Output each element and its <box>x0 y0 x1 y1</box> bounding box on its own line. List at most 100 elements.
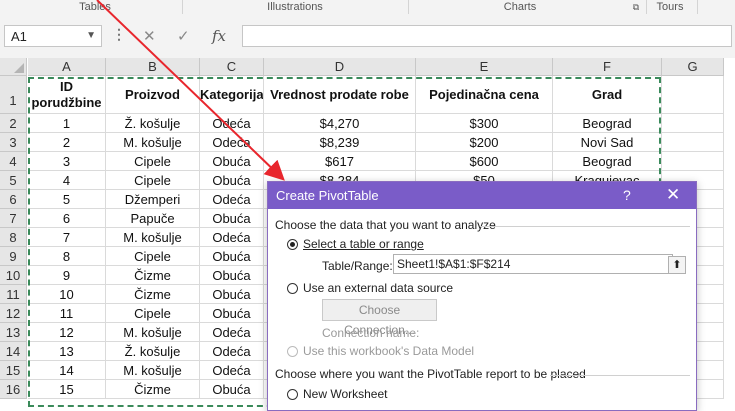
table-cell[interactable]: Beograd <box>553 114 662 133</box>
table-cell[interactable]: Obuća <box>200 152 264 171</box>
header-cell[interactable]: Kategorija <box>200 76 264 114</box>
table-cell[interactable]: $4,270 <box>264 114 416 133</box>
empty-cell[interactable] <box>662 76 724 114</box>
row-header-5[interactable]: 5 <box>0 171 27 190</box>
insert-function-icon[interactable]: fx <box>212 27 226 45</box>
table-cell[interactable]: Odeća <box>200 323 264 342</box>
enter-icon[interactable]: ✓ <box>177 27 190 45</box>
table-cell[interactable]: Čizme <box>106 285 200 304</box>
row-header-13[interactable]: 13 <box>0 323 27 342</box>
table-cell[interactable]: 12 <box>28 323 106 342</box>
table-cell[interactable]: 9 <box>28 266 106 285</box>
row-header-4[interactable]: 4 <box>0 152 27 171</box>
dialog-launcher-icon[interactable]: ⧉ <box>630 0 642 14</box>
select-range-label[interactable]: Select a table or range <box>303 237 424 251</box>
table-cell[interactable]: Cipele <box>106 247 200 266</box>
row-header-9[interactable]: 9 <box>0 247 27 266</box>
header-cell[interactable]: ID porudžbine <box>28 76 106 114</box>
close-icon[interactable]: ✕ <box>666 185 680 205</box>
table-cell[interactable]: $8,239 <box>264 133 416 152</box>
table-cell[interactable]: Obuća <box>200 266 264 285</box>
table-cell[interactable]: 2 <box>28 133 106 152</box>
external-source-label[interactable]: Use an external data source <box>303 281 453 295</box>
column-header-b[interactable]: B <box>106 58 200 76</box>
table-cell[interactable]: 15 <box>28 380 106 399</box>
row-header-7[interactable]: 7 <box>0 209 27 228</box>
new-worksheet-label[interactable]: New Worksheet <box>303 387 387 401</box>
row-header-6[interactable]: 6 <box>0 190 27 209</box>
table-cell[interactable]: Čizme <box>106 266 200 285</box>
empty-cell[interactable] <box>662 152 724 171</box>
empty-cell[interactable] <box>662 133 724 152</box>
table-cell[interactable]: Odeća <box>200 114 264 133</box>
name-box[interactable]: A1 ▼ <box>4 25 102 47</box>
formula-input[interactable] <box>242 25 732 47</box>
table-cell[interactable]: Cipele <box>106 171 200 190</box>
table-cell[interactable]: Obuća <box>200 171 264 190</box>
table-cell[interactable]: Obuća <box>200 247 264 266</box>
table-cell[interactable]: $600 <box>416 152 553 171</box>
row-header-15[interactable]: 15 <box>0 361 27 380</box>
table-cell[interactable]: Odeća <box>200 361 264 380</box>
table-cell[interactable]: 5 <box>28 190 106 209</box>
table-cell[interactable]: Obuća <box>200 304 264 323</box>
table-cell[interactable]: Odeća <box>200 342 264 361</box>
select-all-button[interactable] <box>0 58 27 76</box>
row-header-8[interactable]: 8 <box>0 228 27 247</box>
table-cell[interactable]: $300 <box>416 114 553 133</box>
table-cell[interactable]: Cipele <box>106 152 200 171</box>
column-header-a[interactable]: A <box>28 58 106 76</box>
table-cell[interactable]: Odeća <box>200 190 264 209</box>
more-options-icon[interactable]: ⋮ <box>112 26 126 43</box>
table-cell[interactable]: Džemperi <box>106 190 200 209</box>
table-cell[interactable]: Ž. košulje <box>106 114 200 133</box>
table-cell[interactable]: Obuća <box>200 209 264 228</box>
table-range-input[interactable]: Sheet1!$A$1:$F$214 <box>393 254 673 274</box>
empty-cell[interactable] <box>662 114 724 133</box>
table-cell[interactable]: M. košulje <box>106 361 200 380</box>
table-cell[interactable]: $617 <box>264 152 416 171</box>
table-cell[interactable]: Papuče <box>106 209 200 228</box>
table-cell[interactable]: 1 <box>28 114 106 133</box>
table-cell[interactable]: Ž. košulje <box>106 342 200 361</box>
row-header-11[interactable]: 11 <box>0 285 27 304</box>
table-cell[interactable]: Novi Sad <box>553 133 662 152</box>
help-icon[interactable]: ? <box>623 187 631 203</box>
column-header-f[interactable]: F <box>553 58 662 76</box>
data-model-checkbox[interactable] <box>287 346 298 357</box>
column-header-g[interactable]: G <box>662 58 724 76</box>
column-header-d[interactable]: D <box>264 58 416 76</box>
table-cell[interactable]: 4 <box>28 171 106 190</box>
table-cell[interactable]: M. košulje <box>106 133 200 152</box>
collapse-dialog-icon[interactable]: ⬆ <box>668 256 686 274</box>
choose-connection-button[interactable]: Choose Connection... <box>322 299 437 337</box>
table-cell[interactable]: 6 <box>28 209 106 228</box>
dialog-title-bar[interactable]: Create PivotTable ? ✕ <box>268 182 696 209</box>
table-cell[interactable]: Odeća <box>200 133 264 152</box>
table-cell[interactable]: 8 <box>28 247 106 266</box>
table-cell[interactable]: M. košulje <box>106 228 200 247</box>
table-cell[interactable]: 7 <box>28 228 106 247</box>
table-cell[interactable]: 14 <box>28 361 106 380</box>
table-cell[interactable]: Odeća <box>200 228 264 247</box>
header-cell[interactable]: Proizvod <box>106 76 200 114</box>
column-header-c[interactable]: C <box>200 58 264 76</box>
table-cell[interactable]: 3 <box>28 152 106 171</box>
table-cell[interactable]: 10 <box>28 285 106 304</box>
table-cell[interactable]: Čizme <box>106 380 200 399</box>
header-cell[interactable]: Grad <box>553 76 662 114</box>
header-cell[interactable]: Pojedinačna cena <box>416 76 553 114</box>
cancel-icon[interactable]: ✕ <box>143 27 156 45</box>
chevron-down-icon[interactable]: ▼ <box>86 30 96 41</box>
table-cell[interactable]: 13 <box>28 342 106 361</box>
row-header-12[interactable]: 12 <box>0 304 27 323</box>
external-source-radio[interactable] <box>287 283 298 294</box>
new-worksheet-radio[interactable] <box>287 389 298 400</box>
row-header-14[interactable]: 14 <box>0 342 27 361</box>
row-header-1[interactable]: 1 <box>0 76 27 114</box>
header-cell[interactable]: Vrednost prodate robe <box>264 76 416 114</box>
column-header-e[interactable]: E <box>416 58 553 76</box>
table-cell[interactable]: Obuća <box>200 285 264 304</box>
row-header-10[interactable]: 10 <box>0 266 27 285</box>
row-header-2[interactable]: 2 <box>0 114 27 133</box>
